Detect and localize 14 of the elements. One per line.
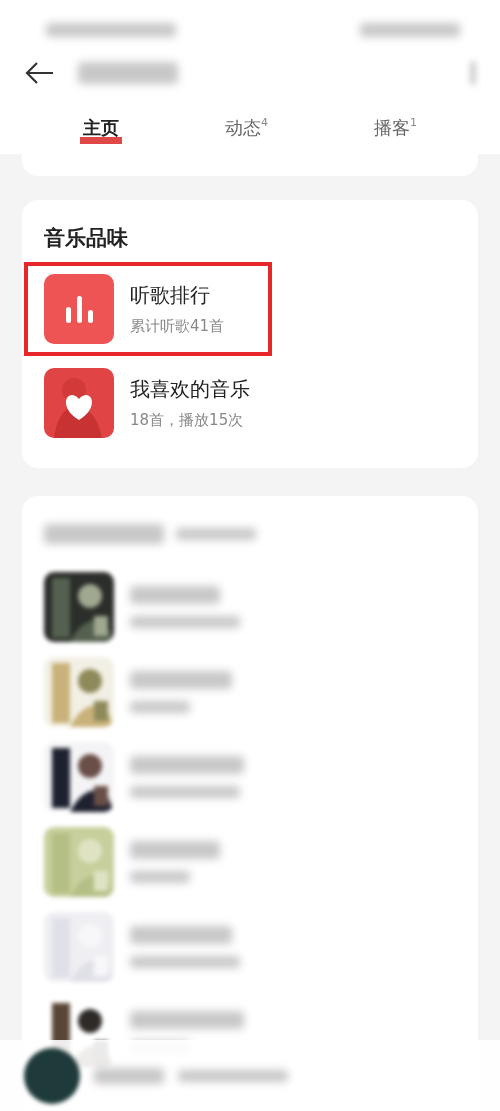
blurred-text [94,1067,164,1084]
item-subtitle: 累计听歌41首 [130,317,225,336]
tab[interactable]: 播客$^{1}$ [368,112,423,144]
album-disc-icon[interactable] [24,1047,80,1104]
mini-player[interactable] [0,1040,500,1111]
back-arrow-icon[interactable] [24,61,54,85]
blurred-text [130,870,190,883]
blurred-text [130,700,190,713]
tab[interactable]: 动态$^{4}$ [219,112,274,144]
item-subtitle: 18首，播放15次 [130,411,245,430]
section-title: 音乐品味 [44,225,129,252]
item-title[interactable]: 我喜欢的音乐 [130,376,250,403]
item-title[interactable]: 听歌排行 [130,282,225,309]
chart-bars-icon[interactable] [44,274,114,344]
